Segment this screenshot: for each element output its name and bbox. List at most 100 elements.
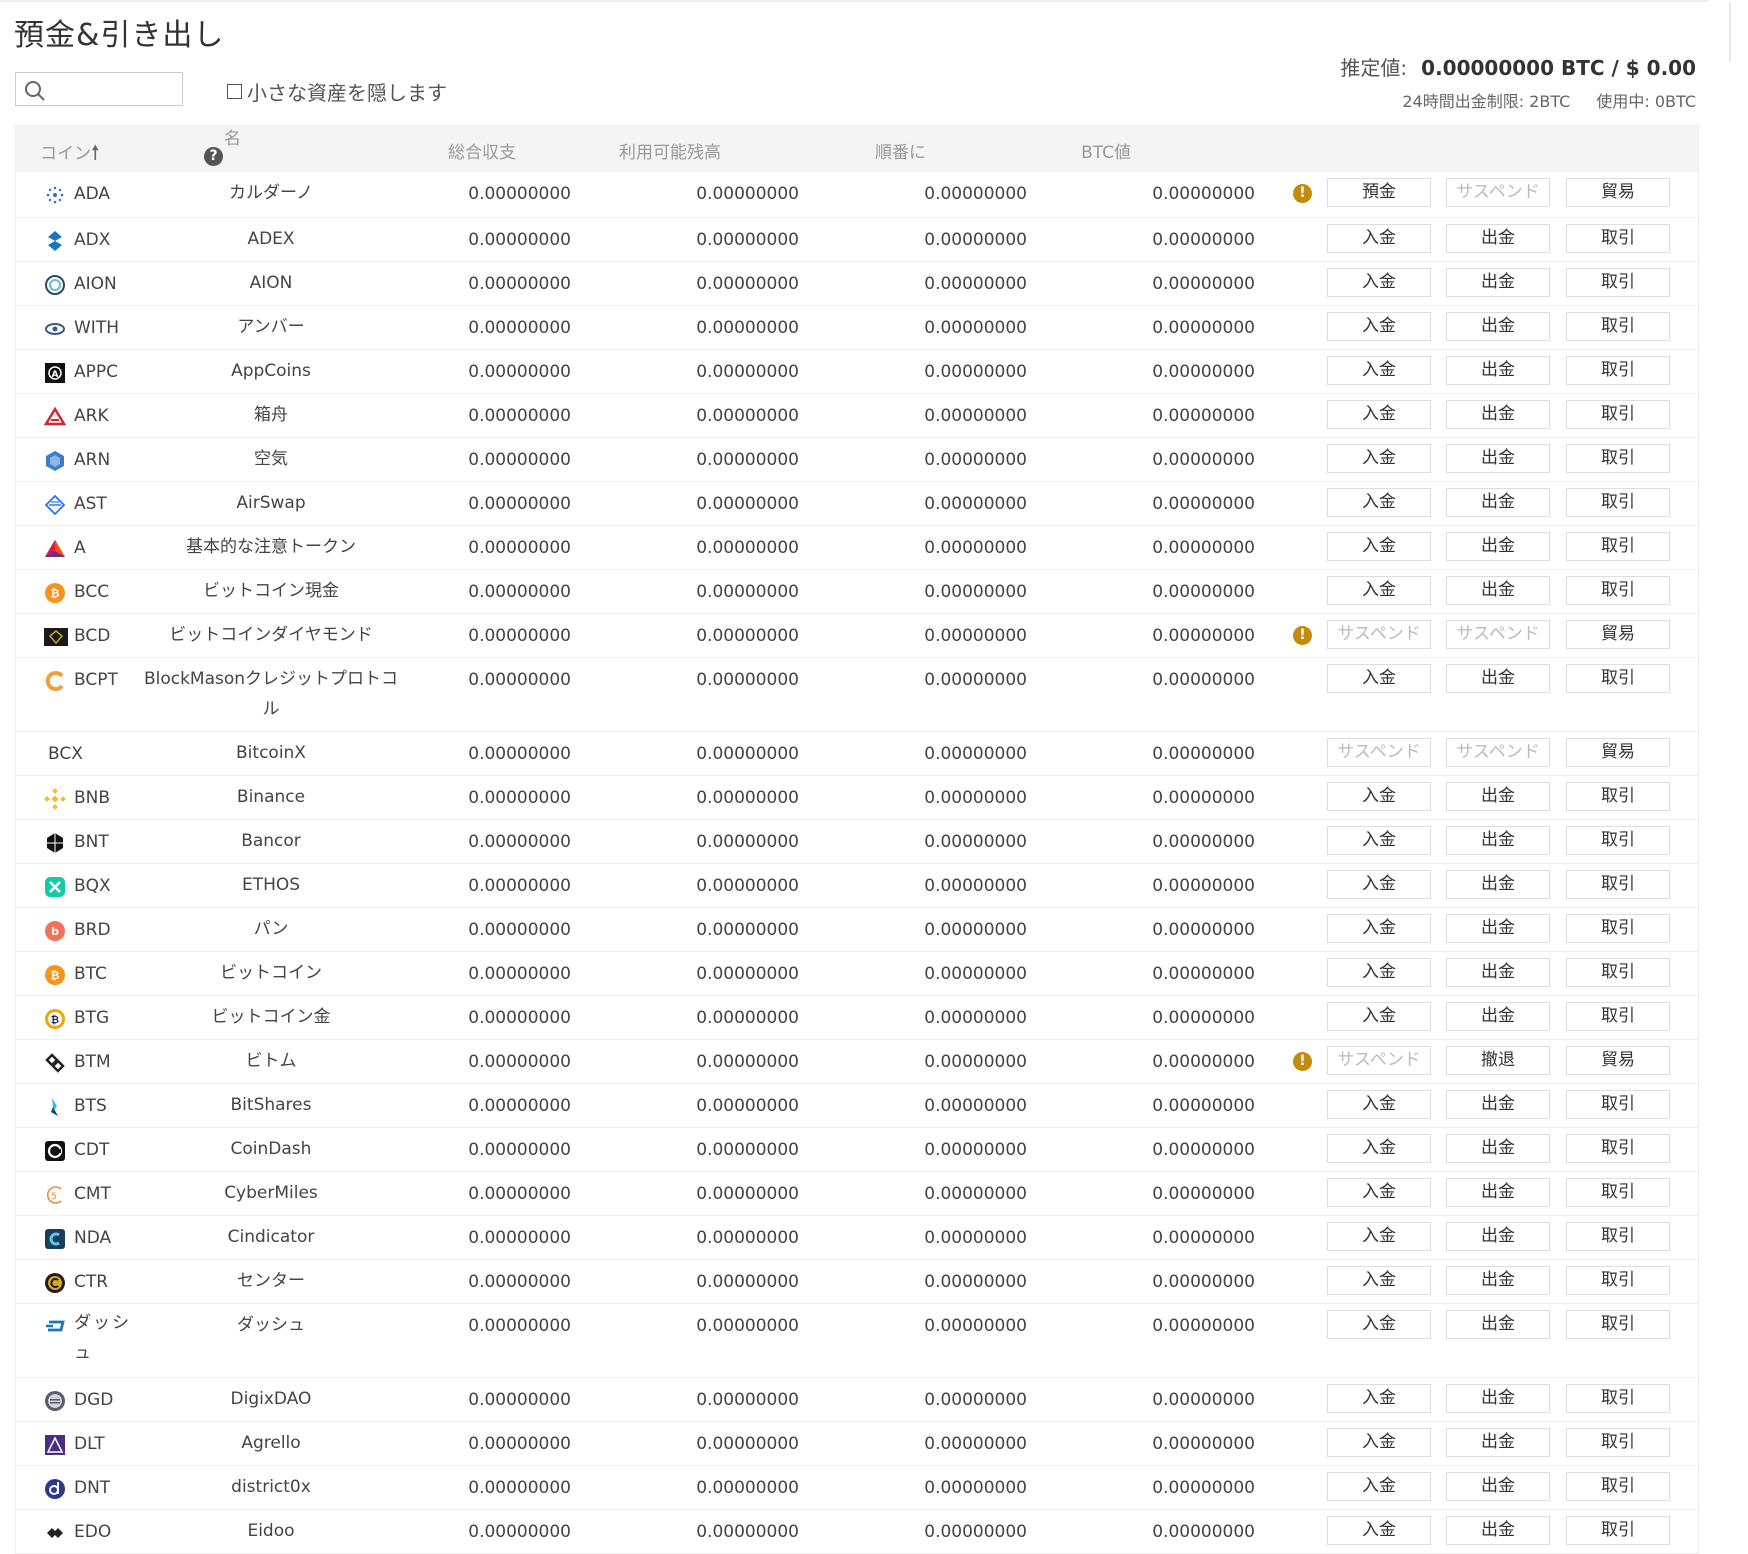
trade-button[interactable]: 取引 <box>1566 576 1670 605</box>
trade-button[interactable]: 取引 <box>1566 1516 1670 1545</box>
withdraw-button[interactable]: 出金 <box>1446 576 1550 605</box>
withdraw-button[interactable]: 出金 <box>1446 268 1550 297</box>
withdraw-button[interactable]: 出金 <box>1446 1222 1550 1251</box>
trade-button[interactable]: 取引 <box>1566 1266 1670 1295</box>
deposit-button[interactable]: 入金 <box>1327 532 1431 561</box>
deposit-button[interactable]: 入金 <box>1327 444 1431 473</box>
header-in-order[interactable]: 順番に <box>806 138 926 163</box>
withdraw-button[interactable]: 撤退 <box>1446 1046 1550 1075</box>
withdraw-button[interactable]: 出金 <box>1446 1134 1550 1163</box>
withdraw-button[interactable]: 出金 <box>1446 1266 1550 1295</box>
trade-button[interactable]: 取引 <box>1566 356 1670 385</box>
scrollbar-thumb[interactable] <box>1729 2 1731 62</box>
trade-button[interactable]: 取引 <box>1566 1090 1670 1119</box>
deposit-button[interactable]: 入金 <box>1327 1384 1431 1413</box>
header-coin[interactable]: コイン🠕 <box>40 138 100 172</box>
deposit-button[interactable]: 入金 <box>1327 826 1431 855</box>
search-input[interactable] <box>15 72 183 106</box>
trade-button[interactable]: 取引 <box>1566 224 1670 253</box>
deposit-button[interactable]: サスペンド <box>1327 738 1431 767</box>
withdraw-button[interactable]: サスペンド <box>1446 178 1550 207</box>
deposit-button[interactable]: 入金 <box>1327 782 1431 811</box>
withdraw-button[interactable]: 出金 <box>1446 1090 1550 1119</box>
withdraw-button[interactable]: 出金 <box>1446 1384 1550 1413</box>
trade-button[interactable]: 貿易 <box>1566 738 1670 767</box>
trade-button[interactable]: 取引 <box>1566 444 1670 473</box>
trade-button[interactable]: 取引 <box>1566 826 1670 855</box>
deposit-button[interactable]: 入金 <box>1327 1428 1431 1457</box>
deposit-button[interactable]: 入金 <box>1327 400 1431 429</box>
withdraw-button[interactable]: 出金 <box>1446 532 1550 561</box>
scrollbar[interactable] <box>1708 0 1748 1522</box>
trade-button[interactable]: 貿易 <box>1566 620 1670 649</box>
trade-button[interactable]: 貿易 <box>1566 178 1670 207</box>
trade-button[interactable]: 取引 <box>1566 1472 1670 1501</box>
deposit-button[interactable]: 入金 <box>1327 664 1431 693</box>
withdraw-button[interactable]: 出金 <box>1446 356 1550 385</box>
deposit-button[interactable]: 入金 <box>1327 1310 1431 1339</box>
trade-button[interactable]: 取引 <box>1566 1428 1670 1457</box>
warning-icon[interactable]: ! <box>1293 626 1312 645</box>
withdraw-button[interactable]: サスペンド <box>1446 738 1550 767</box>
header-available[interactable]: 利用可能残高 <box>601 138 721 163</box>
help-icon[interactable]: ? <box>204 146 223 166</box>
withdraw-button[interactable]: 出金 <box>1446 870 1550 899</box>
withdraw-button[interactable]: 出金 <box>1446 826 1550 855</box>
deposit-button[interactable]: 入金 <box>1327 488 1431 517</box>
hide-small-assets-toggle[interactable]: 小さな資産を隠します <box>227 77 447 106</box>
trade-button[interactable]: 取引 <box>1566 1384 1670 1413</box>
deposit-button[interactable]: 入金 <box>1327 1134 1431 1163</box>
deposit-button[interactable]: 入金 <box>1327 312 1431 341</box>
withdraw-button[interactable]: 出金 <box>1446 958 1550 987</box>
deposit-button[interactable]: 入金 <box>1327 870 1431 899</box>
trade-button[interactable]: 取引 <box>1566 1310 1670 1339</box>
deposit-button[interactable]: 入金 <box>1327 914 1431 943</box>
trade-button[interactable]: 取引 <box>1566 400 1670 429</box>
withdraw-button[interactable]: 出金 <box>1446 1428 1550 1457</box>
withdraw-button[interactable]: 出金 <box>1446 312 1550 341</box>
withdraw-button[interactable]: 出金 <box>1446 1310 1550 1339</box>
trade-button[interactable]: 取引 <box>1566 664 1670 693</box>
trade-button[interactable]: 取引 <box>1566 268 1670 297</box>
withdraw-button[interactable]: 出金 <box>1446 1516 1550 1545</box>
header-total[interactable]: 総合収支 <box>391 138 516 163</box>
withdraw-button[interactable]: 出金 <box>1446 1472 1550 1501</box>
trade-button[interactable]: 取引 <box>1566 1002 1670 1031</box>
warning-icon[interactable]: ! <box>1293 184 1312 203</box>
trade-button[interactable]: 取引 <box>1566 914 1670 943</box>
header-name[interactable]: 名? <box>204 124 241 169</box>
withdraw-button[interactable]: 出金 <box>1446 1178 1550 1207</box>
withdraw-button[interactable]: 出金 <box>1446 400 1550 429</box>
trade-button[interactable]: 取引 <box>1566 532 1670 561</box>
deposit-button[interactable]: 入金 <box>1327 356 1431 385</box>
withdraw-button[interactable]: サスペンド <box>1446 620 1550 649</box>
withdraw-button[interactable]: 出金 <box>1446 914 1550 943</box>
deposit-button[interactable]: 入金 <box>1327 224 1431 253</box>
deposit-button[interactable]: 入金 <box>1327 1266 1431 1295</box>
trade-button[interactable]: 取引 <box>1566 312 1670 341</box>
deposit-button[interactable]: 入金 <box>1327 1516 1431 1545</box>
withdraw-button[interactable]: 出金 <box>1446 782 1550 811</box>
trade-button[interactable]: 取引 <box>1566 1222 1670 1251</box>
withdraw-button[interactable]: 出金 <box>1446 224 1550 253</box>
header-btc-value[interactable]: BTC値 <box>1011 138 1131 163</box>
deposit-button[interactable]: 入金 <box>1327 576 1431 605</box>
trade-button[interactable]: 取引 <box>1566 870 1670 899</box>
deposit-button[interactable]: 入金 <box>1327 1090 1431 1119</box>
withdraw-button[interactable]: 出金 <box>1446 664 1550 693</box>
trade-button[interactable]: 取引 <box>1566 958 1670 987</box>
deposit-button[interactable]: サスペンド <box>1327 1046 1431 1075</box>
trade-button[interactable]: 取引 <box>1566 782 1670 811</box>
withdraw-button[interactable]: 出金 <box>1446 444 1550 473</box>
deposit-button[interactable]: 入金 <box>1327 958 1431 987</box>
withdraw-button[interactable]: 出金 <box>1446 1002 1550 1031</box>
trade-button[interactable]: 貿易 <box>1566 1046 1670 1075</box>
deposit-button[interactable]: 入金 <box>1327 268 1431 297</box>
trade-button[interactable]: 取引 <box>1566 1178 1670 1207</box>
deposit-button[interactable]: 入金 <box>1327 1002 1431 1031</box>
checkbox[interactable] <box>227 84 242 99</box>
deposit-button[interactable]: サスペンド <box>1327 620 1431 649</box>
withdraw-button[interactable]: 出金 <box>1446 488 1550 517</box>
trade-button[interactable]: 取引 <box>1566 488 1670 517</box>
warning-icon[interactable]: ! <box>1293 1052 1312 1071</box>
